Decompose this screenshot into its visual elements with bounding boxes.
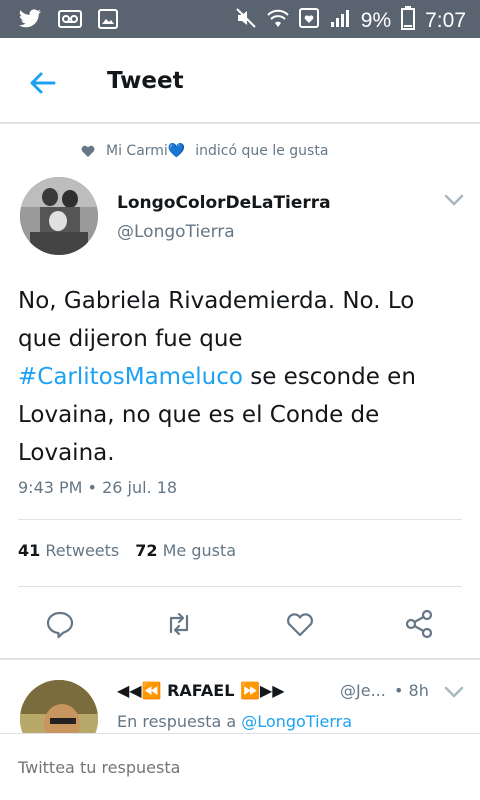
- mute-icon: [235, 7, 257, 35]
- header: Tweet: [0, 38, 480, 124]
- like-heart-icon[interactable]: [284, 608, 316, 640]
- author-handle[interactable]: @LongoTierra: [117, 222, 235, 242]
- share-icon[interactable]: [403, 608, 435, 640]
- clock: 7:07: [425, 9, 466, 32]
- divider: [18, 519, 462, 520]
- divider: [18, 586, 462, 587]
- mention-link[interactable]: @LongoTierra: [241, 712, 352, 731]
- social-context: Mi Carmi💙 indicó que le gusta: [80, 140, 328, 162]
- reply-author-handle[interactable]: @Je...: [340, 681, 386, 700]
- back-arrow-icon[interactable]: [24, 65, 60, 101]
- social-context-user[interactable]: Mi Carmi💙: [106, 143, 185, 159]
- likes-stat[interactable]: 72 Me gusta: [135, 541, 236, 560]
- chevron-down-icon[interactable]: [442, 192, 466, 208]
- reply-author-name[interactable]: ◀◀⏪ RAFAEL ⏩▶▶: [117, 681, 285, 700]
- signal-icon: [329, 8, 351, 34]
- battery-icon: [401, 6, 416, 36]
- tweet-timestamp: 9:43 PM • 26 jul. 18: [18, 478, 178, 497]
- battery-percent: 9%: [360, 9, 392, 32]
- reply-input[interactable]: [18, 758, 418, 777]
- tweet-text: No, Gabriela Rivademierda. No. Lo que di…: [18, 288, 416, 466]
- reply-time: • 8h: [394, 681, 429, 700]
- retweet-icon[interactable]: [163, 608, 195, 640]
- liked-heart-icon: [80, 143, 96, 159]
- blue-heart-emoji-icon: 💙: [167, 143, 186, 159]
- social-context-suffix: indicó que le gusta: [195, 143, 329, 159]
- reply-icon[interactable]: [44, 608, 76, 640]
- tweet-stats: 41 Retweets 72 Me gusta: [18, 541, 236, 560]
- voicemail-icon: [58, 10, 82, 32]
- author-avatar[interactable]: [20, 177, 98, 255]
- chevron-down-icon[interactable]: [442, 684, 466, 700]
- retweets-stat[interactable]: 41 Retweets: [18, 541, 119, 560]
- twitter-bird-icon: [18, 9, 42, 33]
- heart-status-icon: [298, 8, 319, 34]
- status-bar: 9% 7:07: [0, 0, 480, 38]
- page-title: Tweet: [107, 68, 184, 94]
- tweet-actions: [0, 600, 480, 646]
- in-reply-to: En respuesta a @LongoTierra: [117, 712, 353, 731]
- wifi-icon: [267, 7, 289, 35]
- compose-bar: [0, 733, 480, 800]
- author-name[interactable]: LongoColorDeLaTierra: [117, 193, 331, 213]
- section-divider: [0, 658, 480, 660]
- gallery-icon: [98, 9, 118, 33]
- hashtag-link[interactable]: #CarlitosMameluco: [18, 364, 243, 390]
